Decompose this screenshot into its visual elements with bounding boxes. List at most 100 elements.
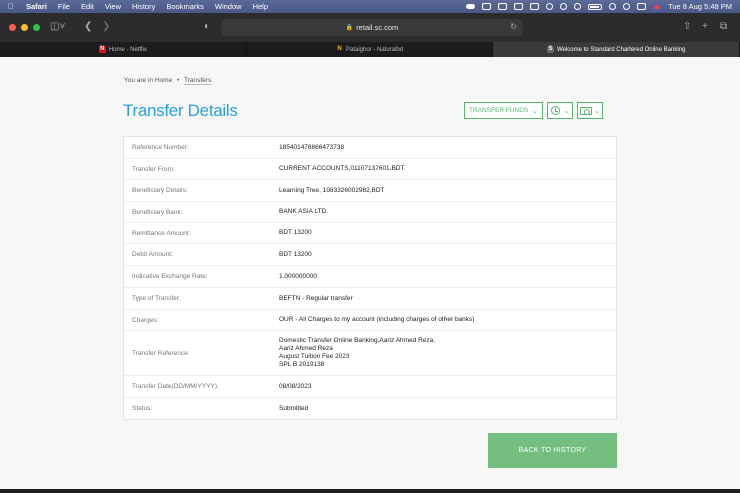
forward-arrow-icon[interactable]: ❯	[102, 21, 110, 32]
detail-label: Type of Transfer:	[132, 295, 181, 302]
zoom-window-button[interactable]	[33, 24, 40, 31]
macos-menu-bar:  Safari File Edit View History Bookmark…	[0, 0, 740, 13]
status-app-icon[interactable]	[574, 3, 582, 10]
detail-row-transfer-from: Transfer From: CURRENT ACCOUNTS,01107137…	[124, 159, 616, 180]
apple-icon[interactable]: 	[8, 2, 18, 11]
address-bar[interactable]: 🔒 retail.sc.com ↻	[221, 19, 523, 36]
control-center-icon[interactable]	[637, 3, 647, 10]
detail-row-transfer-reference: Transfer Reference: Domestic Transfer On…	[124, 331, 616, 376]
leaf-icon: N	[337, 46, 342, 52]
menu-app-name[interactable]: Safari	[26, 2, 47, 11]
new-tab-icon[interactable]: +	[702, 21, 708, 32]
detail-label: Debit Amount:	[132, 251, 173, 258]
chevron-down-icon: ⌄	[594, 107, 601, 115]
breadcrumb-transfers[interactable]: Transfers	[184, 77, 212, 85]
status-app-icon[interactable]	[498, 3, 508, 10]
lock-icon: 🔒	[345, 25, 354, 31]
transfer-details-table: Reference Number: 185401478866473738 Tra…	[123, 136, 617, 420]
detail-label: Remittance Amount:	[132, 229, 191, 237]
tab-netflix[interactable]: N Home - Netflix	[0, 42, 247, 57]
menu-window[interactable]: Window	[215, 2, 242, 11]
detail-row-remittance-amount: Remittance Amount: BDT 13200	[124, 223, 616, 244]
chevron-down-icon: ⌄	[563, 107, 570, 115]
detail-label: Indicative Exchange Rate:	[132, 273, 208, 280]
play-icon[interactable]	[546, 3, 554, 10]
detail-row-type-of-transfer: Type of Transfer: BEFTN - Regular transf…	[124, 288, 616, 310]
back-to-history-button[interactable]: BACK TO HISTORY	[488, 433, 617, 468]
bluetooth-icon[interactable]	[560, 3, 568, 10]
sidebar-icon[interactable]: ◫˅	[50, 21, 65, 32]
detail-label: Transfer Date(DD/MM/YYYY):	[132, 383, 219, 390]
detail-value: BANK ASIA LTD.	[279, 208, 329, 215]
detail-label: Reference Number:	[132, 144, 189, 151]
detail-row-transfer-date: Transfer Date(DD/MM/YYYY): 08/08/2023	[124, 376, 616, 398]
detail-label: Beneficiary Details:	[132, 187, 188, 194]
menu-clock[interactable]: Tue 8 Aug 5:48 PM	[668, 2, 732, 11]
battery-icon[interactable]	[588, 3, 603, 10]
tab-overview-icon[interactable]: ⧉	[720, 21, 727, 32]
history-dropdown[interactable]: ⌄	[547, 102, 574, 119]
detail-row-debit-amount: Debit Amount: BDT 13200	[124, 244, 616, 266]
menu-file[interactable]: File	[58, 2, 70, 11]
cash-icon	[580, 106, 593, 115]
transfer-funds-label: TRANSFER FUNDS	[469, 107, 529, 114]
detail-row-status: Status: Submitted	[124, 398, 616, 419]
privacy-shield-icon[interactable]: ◐	[204, 21, 210, 32]
dropbox-icon[interactable]	[514, 3, 524, 10]
tab-standard-chartered[interactable]: S Welcome to Standard Chartered Online B…	[493, 42, 740, 57]
cloud-icon[interactable]	[466, 4, 476, 9]
siri-icon[interactable]	[653, 2, 662, 11]
menu-history[interactable]: History	[132, 2, 155, 11]
tab-label: Pataighor - Naturalbd	[345, 46, 404, 53]
share-icon[interactable]: ⇧	[683, 21, 691, 32]
history-clock-icon	[550, 106, 560, 115]
transfer-funds-dropdown[interactable]: TRANSFER FUNDS ⌄	[464, 102, 544, 119]
detail-row-charges: Charges: OUR - All Charges to my account…	[124, 310, 616, 331]
detail-row-exchange-rate: Indicative Exchange Rate: 1.000000000	[124, 266, 616, 288]
window-controls	[9, 24, 40, 31]
detail-label: Beneficiary Bank:	[132, 208, 183, 216]
page-title: Transfer Details	[123, 101, 238, 120]
payments-dropdown[interactable]: ⌄	[577, 102, 604, 119]
detail-value: BDT 13200	[279, 250, 312, 258]
menu-view[interactable]: View	[105, 2, 121, 11]
reference-line: Aariz Ahmed Reza	[279, 345, 333, 352]
detail-label: Charges:	[132, 316, 159, 324]
search-icon[interactable]	[623, 3, 631, 10]
page-actions: TRANSFER FUNDS ⌄ ⌄ ⌄	[464, 102, 604, 119]
close-window-button[interactable]	[9, 24, 16, 31]
wifi-icon[interactable]	[609, 3, 617, 10]
tab-pataighor[interactable]: N Pataighor - Naturalbd	[247, 42, 494, 57]
menu-edit[interactable]: Edit	[81, 2, 94, 11]
detail-label: Status:	[132, 405, 153, 412]
detail-value: 185401478866473738	[279, 143, 345, 151]
detail-value: OUR - All Charges to my account (includi…	[279, 316, 475, 323]
detail-value: CURRENT ACCOUNTS,01107137601,BDT	[279, 165, 405, 172]
address-text: retail.sc.com	[356, 23, 399, 32]
status-app-icon[interactable]	[530, 3, 540, 10]
back-arrow-icon[interactable]: ❮	[84, 21, 92, 32]
window-bottom-edge	[0, 489, 740, 493]
detail-value: 08/08/2023	[279, 382, 312, 390]
breadcrumb-home[interactable]: Home	[155, 77, 172, 84]
sc-icon: S	[547, 46, 555, 53]
reference-line: Domestic Transfer Online Banking,Aariz A…	[279, 337, 436, 344]
reference-line: SPL B 2019138	[279, 361, 325, 368]
netflix-icon: N	[98, 46, 106, 53]
menu-bookmarks[interactable]: Bookmarks	[166, 2, 204, 11]
chevron-down-icon: ⌄	[532, 107, 539, 115]
menu-help[interactable]: Help	[253, 2, 268, 11]
web-page: You are in Home • Transfers Transfer Det…	[0, 57, 740, 489]
menu-status-area: Tue 8 Aug 5:48 PM	[466, 0, 732, 13]
detail-row-reference: Reference Number: 185401478866473738	[124, 137, 616, 159]
tab-label: Home - Netflix	[108, 46, 147, 53]
detail-row-beneficiary-details: Beneficiary Details: Learning Tree, 1083…	[124, 180, 616, 202]
reference-line: August Tuition Fee 2023	[279, 353, 350, 360]
minimize-window-button[interactable]	[21, 24, 28, 31]
detail-label: Transfer From:	[132, 165, 175, 173]
tab-label: Welcome to Standard Chartered Online Ban…	[557, 46, 686, 53]
status-app-icon[interactable]	[482, 3, 492, 10]
reload-icon[interactable]: ↻	[510, 22, 517, 31]
detail-label: Transfer Reference:	[132, 349, 190, 357]
detail-row-beneficiary-bank: Beneficiary Bank: BANK ASIA LTD.	[124, 202, 616, 223]
